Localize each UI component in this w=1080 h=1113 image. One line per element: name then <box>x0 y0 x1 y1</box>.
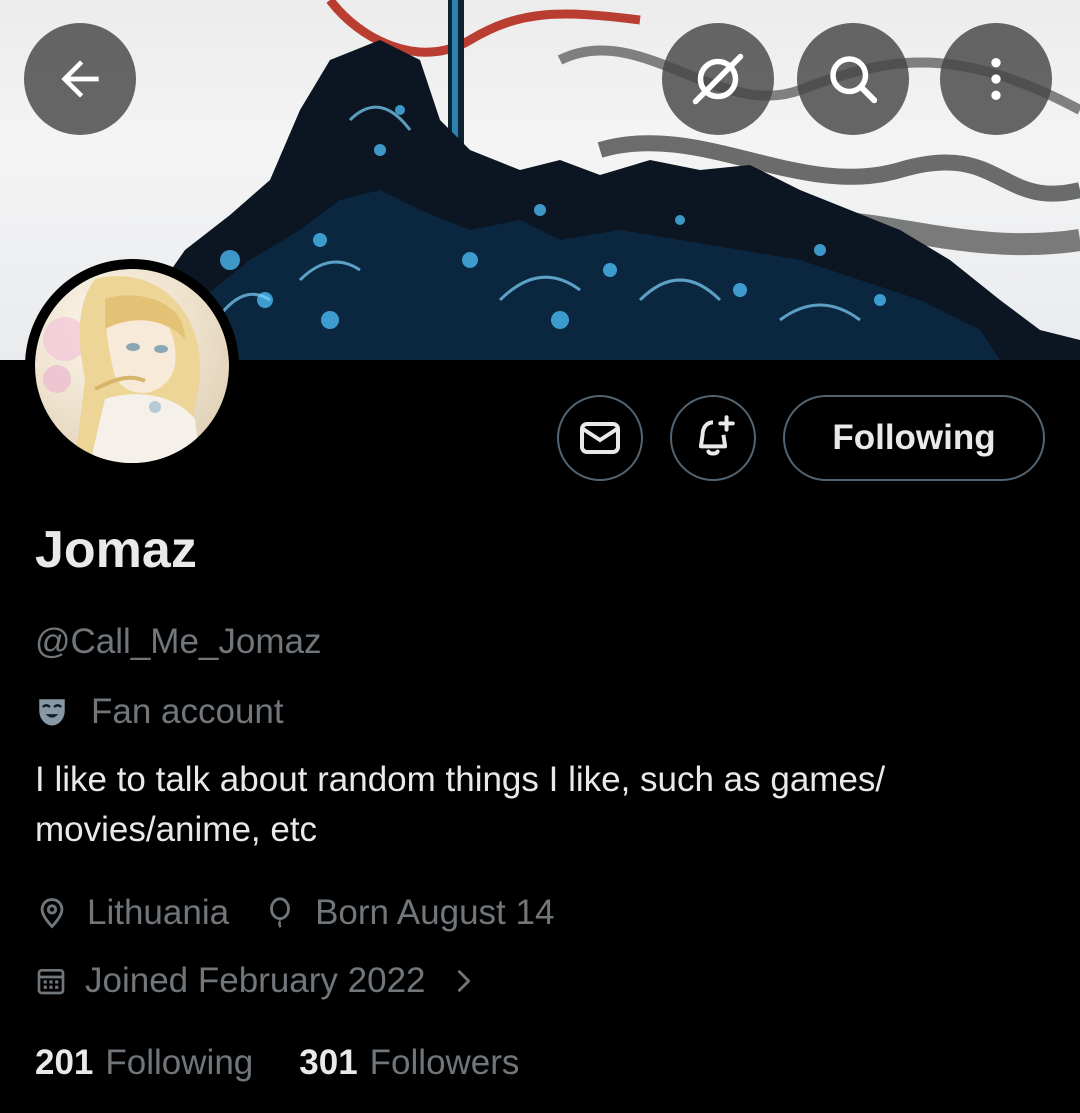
display-name: Jomaz <box>35 521 197 579</box>
avatar-image <box>35 269 229 463</box>
followers-stat-label: Followers <box>369 1043 520 1082</box>
grok-button[interactable] <box>662 23 774 135</box>
location-pin-icon <box>35 896 69 930</box>
following-count: 201 <box>35 1043 94 1082</box>
profile-bio: I like to talk about random things I lik… <box>35 760 886 849</box>
following-button[interactable]: Following <box>783 395 1045 481</box>
more-vertical-icon <box>991 58 1001 100</box>
grok-icon <box>692 53 744 105</box>
search-button[interactable] <box>797 23 909 135</box>
joined-label: Joined February 2022 <box>85 961 426 1000</box>
more-options-button[interactable] <box>940 23 1052 135</box>
category-label: Fan account <box>91 692 284 731</box>
location-label: Lithuania <box>87 893 230 932</box>
profile-category: Fan account <box>35 690 284 734</box>
following-stat[interactable]: 201 Following <box>35 1041 253 1085</box>
followers-stat[interactable]: 301 Followers <box>299 1041 519 1085</box>
chevron-right-icon[interactable] <box>450 967 478 995</box>
following-stat-label: Following <box>105 1043 254 1082</box>
birthday: Born August 14 <box>263 891 554 935</box>
birthday-label: Born August 14 <box>315 893 555 932</box>
message-button[interactable] <box>557 395 643 481</box>
calendar-icon <box>35 965 67 997</box>
envelope-icon <box>580 422 620 454</box>
search-icon <box>830 56 878 104</box>
join-date: Joined February 2022 <box>35 959 426 1003</box>
arrow-left-icon <box>61 60 99 98</box>
theater-mask-icon <box>35 695 69 729</box>
balloon-icon <box>263 896 297 930</box>
joined-row[interactable]: Joined February 2022 <box>35 959 478 1003</box>
profile-stats: 201 Following 301 Followers <box>35 1041 519 1085</box>
bell-plus-icon <box>698 415 735 456</box>
followers-count: 301 <box>299 1043 358 1082</box>
location: Lithuania <box>35 891 229 935</box>
user-handle: @Call_Me_Jomaz <box>35 622 322 661</box>
profile-avatar[interactable] <box>25 259 239 473</box>
profile-meta-row: Lithuania Born August 14 <box>35 891 554 935</box>
back-button[interactable] <box>24 23 136 135</box>
notifications-button[interactable] <box>670 395 756 481</box>
